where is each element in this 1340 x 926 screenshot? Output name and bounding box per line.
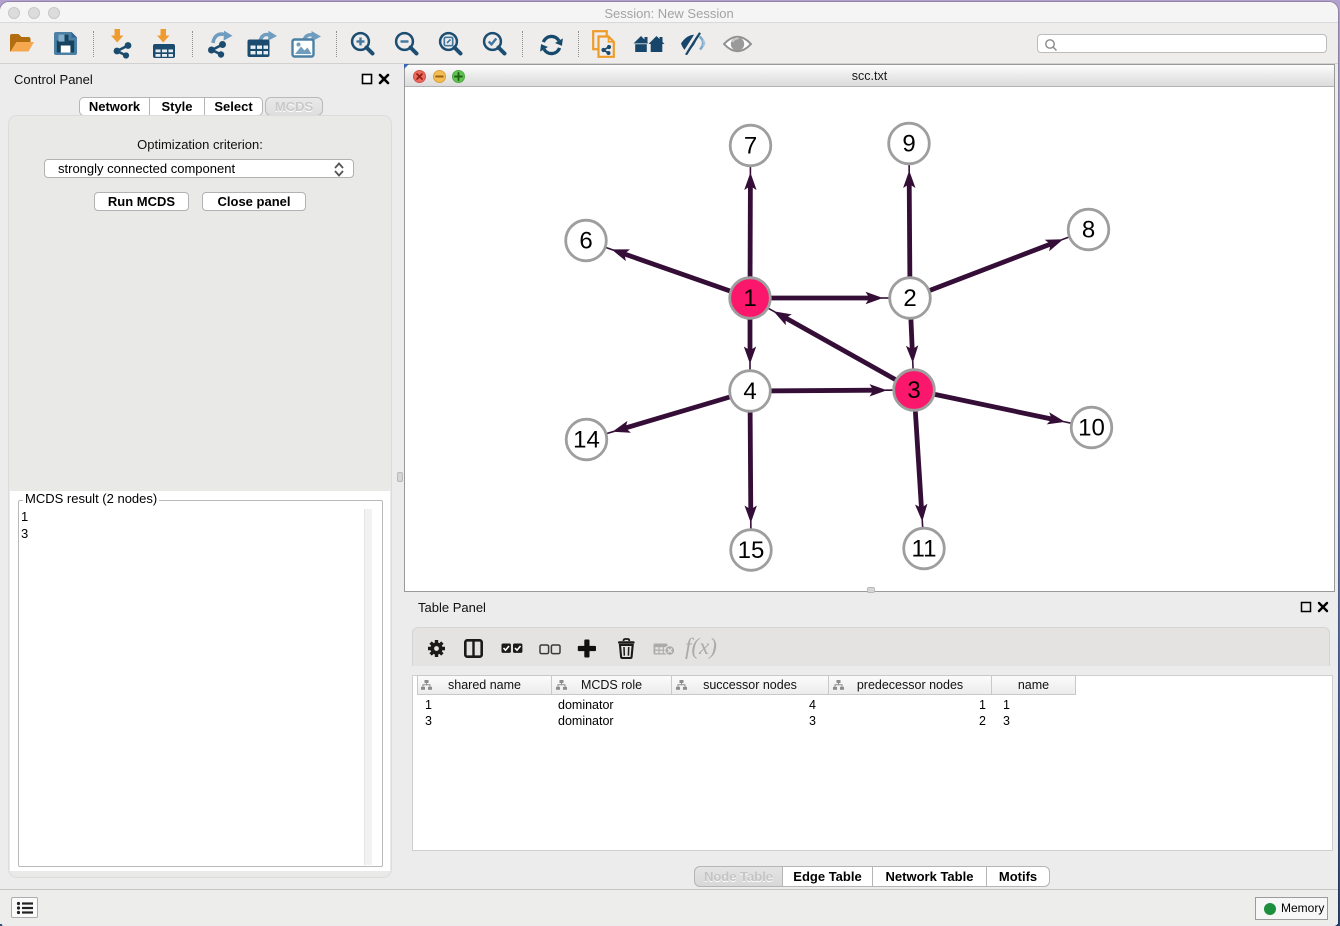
svg-text:6: 6 [579, 228, 592, 255]
svg-text:2: 2 [903, 285, 916, 312]
svg-text:14: 14 [573, 427, 600, 454]
svg-text:7: 7 [744, 133, 757, 160]
svg-text:10: 10 [1078, 415, 1105, 442]
svg-text:8: 8 [1082, 217, 1095, 244]
svg-text:1: 1 [743, 285, 756, 312]
svg-text:3: 3 [907, 377, 920, 404]
svg-text:11: 11 [912, 536, 937, 563]
svg-text:4: 4 [743, 378, 756, 405]
svg-text:15: 15 [738, 537, 765, 564]
svg-text:9: 9 [902, 131, 915, 158]
